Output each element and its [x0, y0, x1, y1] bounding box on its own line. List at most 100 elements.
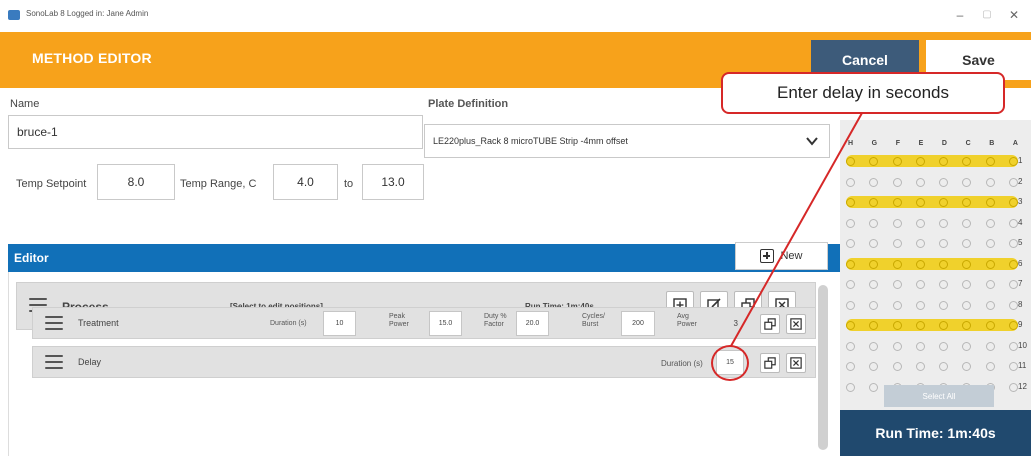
plate-well[interactable] [869, 156, 879, 166]
plate-well[interactable] [892, 218, 902, 228]
plate-well[interactable] [939, 156, 949, 166]
plate-well[interactable] [915, 279, 925, 289]
plate-well[interactable] [892, 361, 902, 371]
drag-handle-icon[interactable] [45, 316, 63, 330]
plate-well[interactable] [939, 361, 949, 371]
plate-row[interactable] [846, 278, 1018, 290]
plate-well[interactable] [939, 341, 949, 351]
plate-well[interactable] [892, 238, 902, 248]
plate-well[interactable] [985, 320, 995, 330]
plate-well[interactable] [985, 300, 995, 310]
plate-well[interactable] [962, 259, 972, 269]
plate-well[interactable] [985, 341, 995, 351]
plate-well[interactable] [1008, 382, 1018, 392]
plate-well[interactable] [962, 320, 972, 330]
plate-definition-select[interactable]: LE220plus_Rack 8 microTUBE Strip -4mm of… [424, 124, 830, 158]
minimize-button[interactable]: – [948, 5, 972, 25]
plate-well[interactable] [1008, 300, 1018, 310]
peak-power-input[interactable]: 15.0 [429, 311, 462, 336]
treatment-delete-button[interactable] [786, 314, 806, 334]
plate-well[interactable] [985, 361, 995, 371]
treatment-duration-input[interactable]: 10 [323, 311, 356, 336]
plate-well[interactable] [915, 156, 925, 166]
plate-well[interactable] [892, 156, 902, 166]
plate-well[interactable] [892, 197, 902, 207]
plate-well[interactable] [846, 341, 855, 351]
plate-well[interactable] [915, 361, 925, 371]
plate-well[interactable] [846, 238, 855, 248]
plate-well[interactable] [1008, 259, 1018, 269]
plate-well[interactable] [939, 197, 949, 207]
plate-well[interactable] [869, 197, 879, 207]
plate-well[interactable] [915, 218, 925, 228]
plate-well[interactable] [962, 279, 972, 289]
name-input[interactable]: bruce-1 [8, 115, 423, 149]
plate-row[interactable] [846, 299, 1018, 311]
temp-setpoint-input[interactable]: 8.0 [97, 164, 175, 200]
plate-row[interactable] [846, 217, 1018, 229]
plate-well[interactable] [962, 341, 972, 351]
drag-handle-icon[interactable] [45, 355, 63, 369]
plate-well[interactable] [869, 218, 879, 228]
plate-well[interactable] [962, 238, 972, 248]
plate-well[interactable] [985, 238, 995, 248]
plate-well[interactable] [1008, 361, 1018, 371]
plate-well[interactable] [915, 197, 925, 207]
plate-well[interactable] [962, 197, 972, 207]
treatment-copy-button[interactable] [760, 314, 780, 334]
plate-well[interactable] [869, 320, 879, 330]
maximize-button[interactable]: ▢ [975, 5, 999, 25]
delay-delete-button[interactable] [786, 353, 806, 373]
plate-well[interactable] [985, 218, 995, 228]
plate-well[interactable] [915, 341, 925, 351]
plate-well[interactable] [962, 300, 972, 310]
plate-row[interactable] [846, 319, 1018, 331]
plate-well[interactable] [846, 279, 855, 289]
plate-well[interactable] [869, 259, 879, 269]
plate-well[interactable] [846, 259, 855, 269]
plate-well[interactable] [939, 300, 949, 310]
plate-well[interactable] [869, 177, 879, 187]
plate-well[interactable] [892, 300, 902, 310]
temp-range-low-input[interactable]: 4.0 [273, 164, 338, 200]
plate-well[interactable] [962, 177, 972, 187]
plate-well[interactable] [1008, 177, 1018, 187]
plate-well[interactable] [985, 177, 995, 187]
plate-well[interactable] [915, 259, 925, 269]
plate-well[interactable] [962, 156, 972, 166]
plate-well[interactable] [846, 156, 855, 166]
plate-well[interactable] [962, 218, 972, 228]
plate-well[interactable] [939, 177, 949, 187]
plate-well[interactable] [846, 320, 855, 330]
plate-well[interactable] [1008, 197, 1018, 207]
plate-well[interactable] [939, 218, 949, 228]
plate-well[interactable] [985, 279, 995, 289]
plate-well[interactable] [1008, 218, 1018, 228]
plate-well[interactable] [869, 279, 879, 289]
plate-well[interactable] [892, 320, 902, 330]
plate-well[interactable] [846, 197, 855, 207]
delay-copy-button[interactable] [760, 353, 780, 373]
plate-well[interactable] [985, 156, 995, 166]
plate-row[interactable] [846, 258, 1018, 270]
plate-well[interactable] [939, 259, 949, 269]
plate-well[interactable] [892, 259, 902, 269]
plate-well[interactable] [846, 300, 855, 310]
plate-well[interactable] [1008, 341, 1018, 351]
plate-well[interactable] [869, 361, 879, 371]
editor-scrollbar[interactable] [818, 285, 828, 450]
plate-well[interactable] [846, 177, 855, 187]
plate-row[interactable] [846, 176, 1018, 188]
plate-well[interactable] [846, 361, 855, 371]
plate-well[interactable] [962, 361, 972, 371]
plate-well[interactable] [846, 382, 855, 392]
close-button[interactable]: ✕ [1002, 5, 1026, 25]
plate-well[interactable] [869, 341, 879, 351]
new-button[interactable]: New [735, 242, 828, 270]
plate-well[interactable] [985, 197, 995, 207]
cycles-burst-input[interactable]: 200 [621, 311, 655, 336]
plate-well[interactable] [939, 320, 949, 330]
plate-well[interactable] [869, 238, 879, 248]
plate-row[interactable] [846, 237, 1018, 249]
plate-well[interactable] [846, 218, 855, 228]
